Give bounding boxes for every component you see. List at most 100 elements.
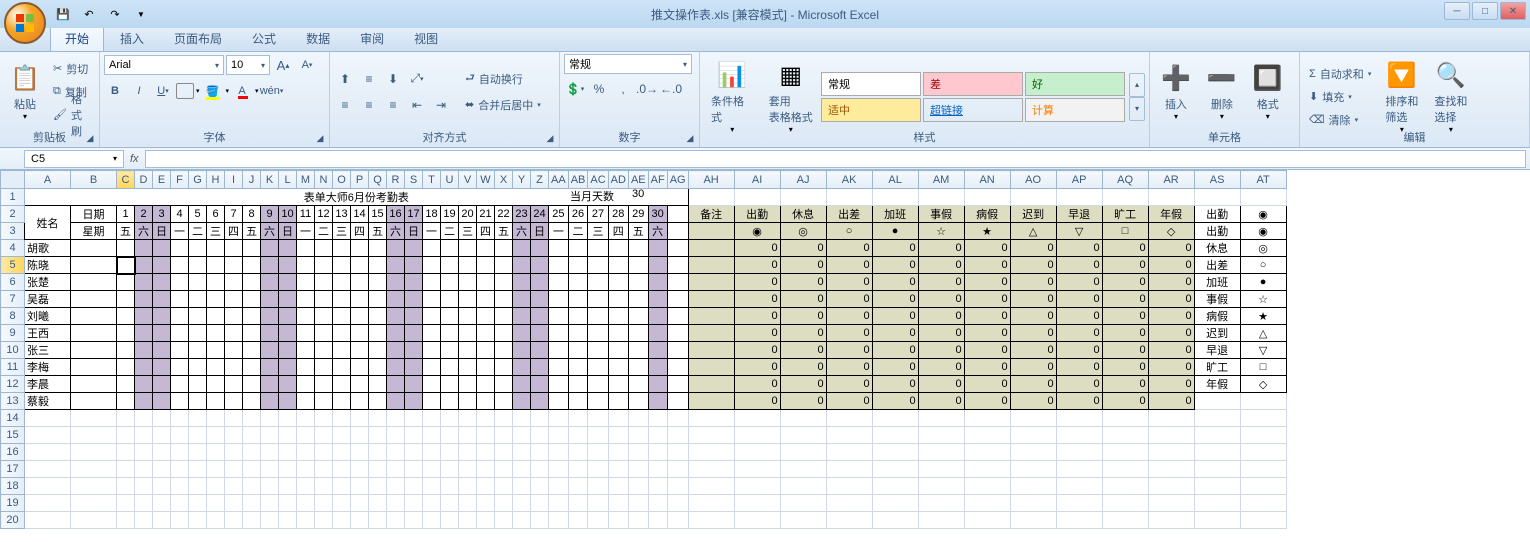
col-header-T[interactable]: T [423, 171, 441, 189]
cell-AA18[interactable] [549, 478, 569, 495]
cell-W18[interactable] [477, 478, 495, 495]
cell-X4[interactable] [495, 240, 513, 257]
cell-V14[interactable] [459, 410, 477, 427]
cell-I5[interactable] [225, 257, 243, 274]
row-header-11[interactable]: 11 [1, 359, 25, 376]
cell-D15[interactable] [135, 427, 153, 444]
cell-AC20[interactable] [588, 512, 608, 529]
cell-T9[interactable] [423, 325, 441, 342]
cell-AM1[interactable] [918, 189, 964, 206]
cell-AK9[interactable]: 0 [826, 325, 872, 342]
cell-W14[interactable] [477, 410, 495, 427]
cell-AG18[interactable] [667, 478, 688, 495]
cell-D17[interactable] [135, 461, 153, 478]
font-size-combo[interactable]: 10▾ [226, 55, 270, 75]
cell-R11[interactable] [387, 359, 405, 376]
row-header-14[interactable]: 14 [1, 410, 25, 427]
cell-N4[interactable] [315, 240, 333, 257]
cell-Q2[interactable]: 15 [369, 206, 387, 223]
cell-AP7[interactable]: 0 [1056, 291, 1102, 308]
cell-AR3[interactable]: ◇ [1148, 223, 1194, 240]
cell-AH3[interactable] [688, 223, 734, 240]
cell-AO13[interactable]: 0 [1010, 393, 1056, 410]
cell-AO14[interactable] [1010, 410, 1056, 427]
cell-W12[interactable] [477, 376, 495, 393]
cell-AF20[interactable] [648, 512, 667, 529]
cell-U10[interactable] [441, 342, 459, 359]
cell-AB8[interactable] [568, 308, 588, 325]
cell-AM16[interactable] [918, 444, 964, 461]
cell-AE17[interactable] [628, 461, 648, 478]
cell-AS18[interactable] [1194, 478, 1240, 495]
cell-K18[interactable] [261, 478, 279, 495]
row-header-3[interactable]: 3 [1, 223, 25, 240]
cell-C17[interactable] [117, 461, 135, 478]
cell-W5[interactable] [477, 257, 495, 274]
cell-S20[interactable] [405, 512, 423, 529]
cell-AS9[interactable]: 迟到 [1194, 325, 1240, 342]
cell-S18[interactable] [405, 478, 423, 495]
cell-AS16[interactable] [1194, 444, 1240, 461]
fill-button[interactable]: ⬇填充▾ [1304, 86, 1376, 108]
cell-R14[interactable] [387, 410, 405, 427]
cell-AO8[interactable]: 0 [1010, 308, 1056, 325]
cell-Y16[interactable] [513, 444, 531, 461]
cell-AM15[interactable] [918, 427, 964, 444]
cell-AQ5[interactable]: 0 [1102, 257, 1148, 274]
cell-I20[interactable] [225, 512, 243, 529]
cell-AJ15[interactable] [780, 427, 826, 444]
cell-I18[interactable] [225, 478, 243, 495]
fx-button[interactable]: fx [130, 153, 139, 165]
cell-AP1[interactable] [1056, 189, 1102, 206]
cell-M10[interactable] [297, 342, 315, 359]
cell-AB16[interactable] [568, 444, 588, 461]
col-header-AG[interactable]: AG [667, 171, 688, 189]
cell-AT15[interactable] [1240, 427, 1286, 444]
cell-A5[interactable]: 陈晓 [25, 257, 71, 274]
cell-D2[interactable]: 2 [135, 206, 153, 223]
cell-H11[interactable] [207, 359, 225, 376]
cell-K9[interactable] [261, 325, 279, 342]
cell-S11[interactable] [405, 359, 423, 376]
cell-AE8[interactable] [628, 308, 648, 325]
cell-W13[interactable] [477, 393, 495, 410]
style-hyperlink[interactable]: 超链接 [923, 98, 1023, 122]
tab-视图[interactable]: 视图 [400, 26, 452, 51]
col-header-Y[interactable]: Y [513, 171, 531, 189]
cell-P4[interactable] [351, 240, 369, 257]
col-header-AF[interactable]: AF [648, 171, 667, 189]
cell-C18[interactable] [117, 478, 135, 495]
cell-AK13[interactable]: 0 [826, 393, 872, 410]
cell-G18[interactable] [189, 478, 207, 495]
select-all-corner[interactable] [1, 171, 25, 189]
autosum-button[interactable]: Σ自动求和▾ [1304, 63, 1376, 85]
cell-U15[interactable] [441, 427, 459, 444]
cell-V6[interactable] [459, 274, 477, 291]
cell-AI11[interactable]: 0 [734, 359, 780, 376]
cell-J14[interactable] [243, 410, 261, 427]
col-header-AM[interactable]: AM [918, 171, 964, 189]
cell-N5[interactable] [315, 257, 333, 274]
cell-N11[interactable] [315, 359, 333, 376]
cell-E20[interactable] [153, 512, 171, 529]
cell-Q15[interactable] [369, 427, 387, 444]
cell-U17[interactable] [441, 461, 459, 478]
cell-AI16[interactable] [734, 444, 780, 461]
maximize-button[interactable]: □ [1472, 2, 1498, 20]
cell-E4[interactable] [153, 240, 171, 257]
cell-F8[interactable] [171, 308, 189, 325]
cell-AL16[interactable] [872, 444, 918, 461]
col-header-K[interactable]: K [261, 171, 279, 189]
cell-R5[interactable] [387, 257, 405, 274]
cell-H17[interactable] [207, 461, 225, 478]
cell-A8[interactable]: 刘曦 [25, 308, 71, 325]
tab-公式[interactable]: 公式 [238, 26, 290, 51]
cell-AK10[interactable]: 0 [826, 342, 872, 359]
cell-T15[interactable] [423, 427, 441, 444]
style-bad[interactable]: 差 [923, 72, 1023, 96]
cell-O11[interactable] [333, 359, 351, 376]
cell-AP3[interactable]: ▽ [1056, 223, 1102, 240]
cell-AD17[interactable] [608, 461, 628, 478]
cell-N16[interactable] [315, 444, 333, 461]
cell-D18[interactable] [135, 478, 153, 495]
